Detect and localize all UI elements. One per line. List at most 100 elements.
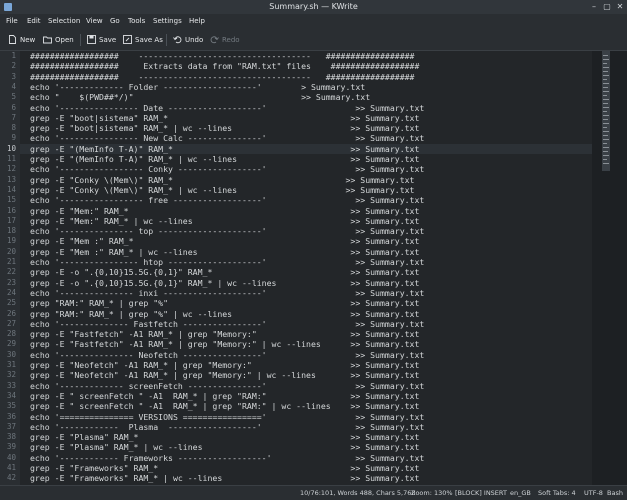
menu-tools[interactable]: Tools	[128, 14, 145, 29]
code-line[interactable]: grep -E "Mem:" RAM_* >> Summary.txt	[30, 206, 419, 216]
menu-view[interactable]: View	[86, 14, 103, 29]
minimize-icon[interactable]: –	[590, 3, 598, 11]
editor-area[interactable]: 1 2 3 4 5 6 7 8 9 10 11 12 13 14 15 16 17 18 19 20 21 22 23 24 2…	[0, 51, 627, 485]
folder-open-icon	[43, 35, 52, 44]
line-number: 7	[11, 113, 16, 122]
toolbar-separator	[166, 34, 167, 46]
code-line[interactable]: grep "RAM:" RAM_* | grep "%" >> Summary.…	[30, 298, 419, 308]
code-line[interactable]: grep -E -o ".{0,10}15.5G.{0,1}" RAM_* | …	[30, 278, 419, 288]
code-line[interactable]: grep -E "Conky \(Mem\)" RAM_* | wc --lin…	[30, 185, 415, 195]
menu-file[interactable]: File	[6, 14, 18, 29]
code-line[interactable]: grep -E " screenFetch " -A1 RAM_* | grep…	[30, 401, 419, 411]
line-number-gutter: 1 2 3 4 5 6 7 8 9 10 11 12 13 14 15 16 17 18 19 20 21 22 23 24 2…	[0, 51, 20, 485]
code-line[interactable]: grep -E "Neofetch" -A1 RAM_* | grep "Mem…	[30, 370, 419, 380]
line-number: 32	[6, 370, 16, 379]
line-number: 11	[6, 154, 16, 163]
code-line[interactable]: echo '---------------- New Calc --------…	[30, 133, 424, 143]
spellcheck-language[interactable]: en_GB	[510, 486, 531, 500]
line-number: 5	[11, 92, 16, 101]
code-line[interactable]: grep -E "Neofetch" -A1 RAM_* | grep "Mem…	[30, 360, 419, 370]
code-line[interactable]: echo '---------------- Date ------------…	[30, 103, 424, 113]
code-line[interactable]: echo '-------------- Fastfetch ---------…	[30, 319, 424, 329]
menu-go[interactable]: Go	[110, 14, 120, 29]
kwrite-app-icon	[4, 3, 12, 11]
code-line[interactable]: echo '----------------- Conky ----------…	[30, 164, 424, 174]
save-button[interactable]: Save	[87, 33, 116, 47]
code-line[interactable]: grep -E "(MemInfo T-A)" RAM_* | wc --lin…	[30, 154, 419, 164]
menu-selection[interactable]: Selection	[48, 14, 80, 29]
code-line[interactable]: echo '------------- Folder -------------…	[30, 82, 365, 92]
code-line[interactable]: grep -E "boot|sistema" RAM_* | wc --line…	[30, 123, 419, 133]
code-line[interactable]: echo '----------------- free -----------…	[30, 195, 424, 205]
redo-button[interactable]: Redo	[210, 33, 240, 47]
code-line[interactable]: grep -E "Plasma" RAM_* >> Summary.txt	[30, 432, 419, 442]
menu-settings[interactable]: Settings	[153, 14, 182, 29]
line-number: 21	[6, 257, 16, 266]
line-number: 33	[6, 381, 16, 390]
syntax-mode[interactable]: Bash	[607, 486, 623, 500]
line-number: 31	[6, 360, 16, 369]
code-line[interactable]: grep -E "(MemInfo T-A)" RAM_* >> Summary…	[30, 144, 419, 154]
cursor-position[interactable]: 10/76:101, Words 488, Chars 5,760	[300, 486, 416, 500]
title-bar[interactable]: Summary.sh — KWrite – ▢ ✕	[0, 0, 627, 14]
undo-button[interactable]: Undo	[173, 33, 203, 47]
line-number: 8	[11, 123, 16, 132]
code-line[interactable]: echo '--------------- inxi -------------…	[30, 288, 424, 298]
menu-help[interactable]: Help	[189, 14, 205, 29]
maximize-icon[interactable]: ▢	[603, 3, 611, 11]
line-number: 24	[6, 288, 16, 297]
line-number: 13	[6, 175, 16, 184]
line-number: 26	[6, 309, 16, 318]
code-line[interactable]: grep -E "Plasma" RAM_* | wc --lines >> S…	[30, 442, 419, 452]
code-line[interactable]: echo '---------------- htop ------------…	[30, 257, 424, 267]
line-number: 6	[11, 103, 16, 112]
code-line[interactable]: grep -E -o ".{0,10}15.5G.{0,1}" RAM_* >>…	[30, 267, 419, 277]
undo-icon	[173, 35, 182, 44]
line-number: 9	[11, 133, 16, 142]
code-line[interactable]: grep -E "Conky \(Mem\)" RAM_* >> Summary…	[30, 175, 415, 185]
code-line[interactable]: echo '--------------- Neofetch ---------…	[30, 350, 424, 360]
line-number: 35	[6, 401, 16, 410]
file-encoding[interactable]: UTF-8	[584, 486, 603, 500]
line-number: 42	[6, 473, 16, 482]
code-line[interactable]: grep -E "Mem :" RAM_* >> Summary.txt	[30, 236, 419, 246]
code-text[interactable]: ################## ---------------------…	[30, 51, 590, 485]
minimap-scrollbar[interactable]	[592, 51, 627, 485]
code-line[interactable]: ################## ---------------------…	[30, 51, 415, 61]
code-line[interactable]: echo '------------- screenFetch --------…	[30, 381, 424, 391]
close-icon[interactable]: ✕	[616, 3, 624, 11]
code-line[interactable]: ################## ---------------------…	[30, 72, 415, 82]
line-number: 38	[6, 432, 16, 441]
code-line[interactable]: grep -E "Mem:" RAM_* | wc --lines >> Sum…	[30, 216, 419, 226]
code-line[interactable]: echo '------------ Plasma --------------…	[30, 422, 424, 432]
code-line[interactable]: echo '--------------- top --------------…	[30, 226, 424, 236]
code-line[interactable]: grep -E "Mem :" RAM_* | wc --lines >> Su…	[30, 247, 419, 257]
line-number: 15	[6, 195, 16, 204]
open-button[interactable]: Open	[43, 33, 74, 47]
main-toolbar: New Open Save Save As Undo Redo	[0, 29, 627, 51]
code-line[interactable]: ################## Extracts data from "R…	[30, 61, 419, 71]
line-number: 14	[6, 185, 16, 194]
code-line[interactable]: echo '------------ Frameworks ----------…	[30, 453, 424, 463]
code-line[interactable]: grep -E "Fastfetch" -A1 RAM_* | grep "Me…	[30, 339, 419, 349]
code-line[interactable]: grep -E "Fastfetch" -A1 RAM_* | grep "Me…	[30, 329, 419, 339]
redo-icon	[210, 35, 219, 44]
code-line[interactable]: grep -E "Frameworks" RAM_* >> Summary.tx…	[30, 463, 419, 473]
line-number: 39	[6, 442, 16, 451]
indentation-setting[interactable]: Soft Tabs: 4	[538, 486, 576, 500]
code-line[interactable]: grep -E "Frameworks" RAM_* | wc --lines …	[30, 473, 419, 483]
code-line[interactable]: grep -E " screenFetch " -A1 RAM_* | grep…	[30, 391, 419, 401]
zoom-level[interactable]: Zoom: 130%	[411, 486, 453, 500]
line-number: 2	[11, 61, 16, 70]
line-number: 12	[6, 164, 16, 173]
line-number: 10	[6, 144, 16, 153]
save-as-button[interactable]: Save As	[123, 33, 163, 47]
code-line[interactable]: grep "RAM:" RAM_* | grep "%" | wc --line…	[30, 309, 419, 319]
new-button[interactable]: New	[8, 33, 35, 47]
code-line[interactable]: grep -E "boot|sistema" RAM_* >> Summary.…	[30, 113, 419, 123]
code-line[interactable]: echo '=============== VERSIONS =========…	[30, 412, 424, 422]
input-mode[interactable]: [BLOCK] INSERT	[455, 486, 507, 500]
menu-edit[interactable]: Edit	[27, 14, 41, 29]
line-number: 23	[6, 278, 16, 287]
code-line[interactable]: echo " $(PWD##*/)" >> Summary.txt	[30, 92, 370, 102]
